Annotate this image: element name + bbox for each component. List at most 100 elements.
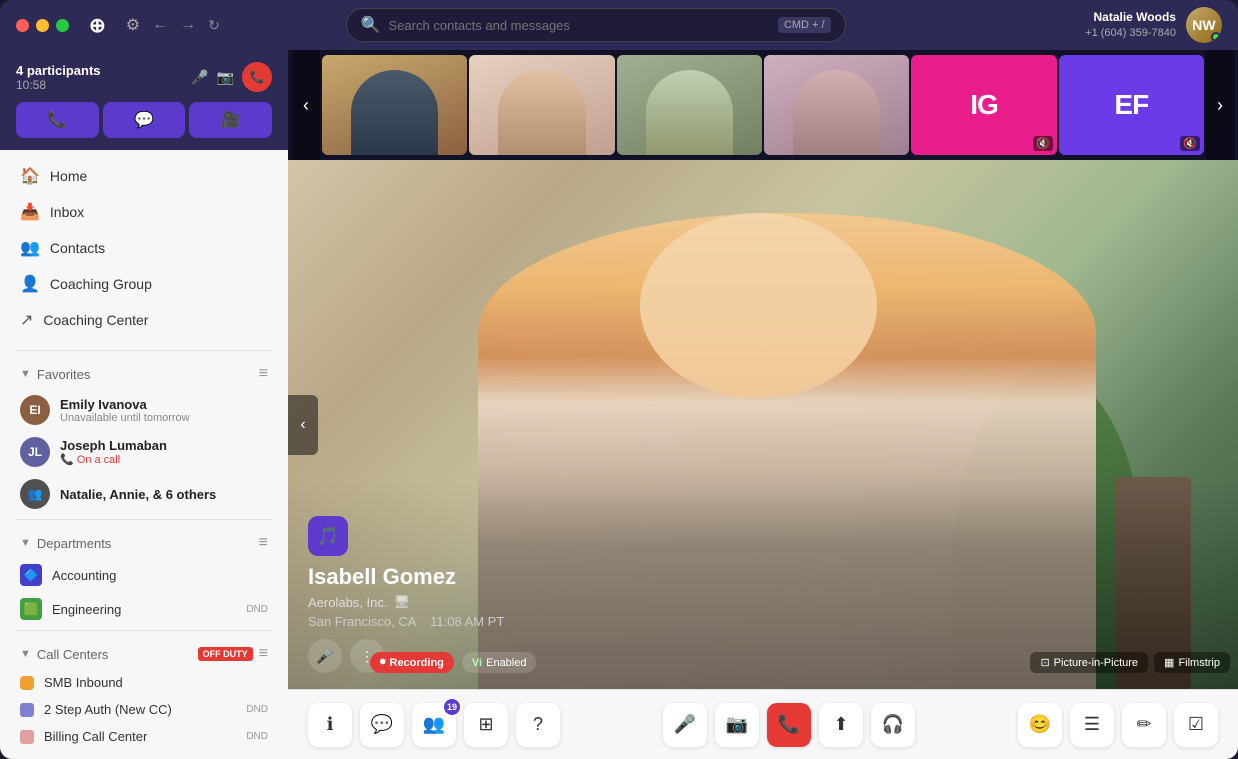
filmstrip-thumb-3[interactable] [617, 55, 762, 155]
coaching-center-icon: ↗ [20, 310, 33, 330]
participants-button[interactable]: 👥 19 [412, 703, 456, 747]
favorite-joseph[interactable]: JL Joseph Lumaban On a call [0, 431, 288, 473]
group-name: Natalie, Annie, & 6 others [60, 487, 268, 502]
contacts-icon: 👥 [20, 238, 40, 258]
maximize-button[interactable] [56, 19, 69, 32]
camera-icon[interactable]: 📷 [217, 69, 234, 86]
call-centers-section-header[interactable]: ▼ Call Centers OFF DUTY ≡ [0, 639, 288, 669]
info-button[interactable]: ℹ [308, 703, 352, 747]
search-bar[interactable]: 🔍 CMD + / [346, 8, 846, 42]
filmstrip-thumb-1[interactable] [322, 55, 467, 155]
favorite-emily[interactable]: EI Emily Ivanova Unavailable until tomor… [0, 389, 288, 431]
billing-dnd: DND [246, 731, 268, 742]
separator-1 [16, 350, 272, 351]
mute-icon[interactable]: 🎤 [191, 69, 208, 86]
filmstrip-prev[interactable]: ‹ [292, 50, 320, 160]
vi-badge: Vi Enabled [462, 652, 537, 673]
favorites-actions[interactable]: ≡ [259, 365, 268, 383]
share-screen-button[interactable]: ⬆ [819, 703, 863, 747]
status-badges: ⏺ Recording Vi Enabled [370, 652, 536, 673]
favorites-section-header[interactable]: ▼ Favorites ≡ [0, 359, 288, 389]
group-avatar: 👥 [20, 479, 50, 509]
billing-name: Billing Call Center [44, 729, 236, 744]
filmstrip: ‹ [288, 50, 1238, 160]
cc-smb-inbound[interactable]: SMB Inbound [0, 669, 288, 696]
call-centers-arrow: ▼ [20, 648, 31, 660]
inbox-icon: 📥 [20, 202, 40, 222]
camera-button[interactable]: 📷 [715, 703, 759, 747]
user-info: Natalie Woods +1 (604) 359-7840 NW [1085, 7, 1222, 43]
departments-actions[interactable]: ≡ [259, 534, 268, 552]
emily-status: Unavailable until tomorrow [60, 412, 268, 424]
bottom-toolbar: ℹ 💬 👥 19 ⊞ ? 🎤 📷 📞 ⬆ 🎧 [288, 689, 1238, 759]
separator-2 [16, 519, 272, 520]
message-call-button[interactable]: 💬 [103, 102, 186, 138]
search-input[interactable] [389, 18, 770, 33]
more-button[interactable]: ☰ [1070, 703, 1114, 747]
filmstrip-thumb-5[interactable]: IG 🔇 [911, 55, 1056, 155]
coaching-group-icon: 👤 [20, 274, 40, 294]
joseph-info: Joseph Lumaban On a call [60, 438, 268, 466]
search-icon: 🔍 [361, 15, 381, 35]
video-call-button[interactable]: 🎥 [189, 102, 272, 138]
filmstrip-thumb-6[interactable]: EF 🔇 [1059, 55, 1204, 155]
microphone-button[interactable]: 🎤 [663, 703, 707, 747]
refresh-icon[interactable]: ↻ [208, 17, 220, 34]
filmstrip-icon: ▦ [1164, 656, 1174, 669]
search-shortcut: CMD + / [778, 17, 831, 33]
call-action-buttons: 📞 💬 🎥 [16, 102, 272, 138]
nav-item-home[interactable]: 🏠 Home [0, 158, 288, 194]
chat-button[interactable]: 💬 [360, 703, 404, 747]
caller-name: Isabell Gomez [308, 564, 504, 590]
settings-icon[interactable]: ⚙ [126, 15, 140, 35]
nav-item-inbox-label: Inbox [50, 204, 84, 220]
caller-mic-button[interactable]: 🎤 [308, 639, 342, 673]
emily-name: Emily Ivanova [60, 397, 268, 412]
back-arrow[interactable]: ← [152, 16, 168, 34]
call-panel: 4 participants 10:58 🎤 📷 📞 📞 💬 🎥 [0, 50, 288, 150]
nav-item-coaching-center[interactable]: ↗ Coaching Center [0, 302, 288, 338]
ef-muted: 🔇 [1180, 136, 1200, 151]
sidebar: 4 participants 10:58 🎤 📷 📞 📞 💬 🎥 [0, 50, 288, 759]
add-video-button[interactable]: ⊞ [464, 703, 508, 747]
ef-label: EF [1114, 89, 1148, 121]
status-dot [1211, 32, 1221, 42]
favorite-group[interactable]: 👥 Natalie, Annie, & 6 others [0, 473, 288, 515]
phone-call-button[interactable]: 📞 [16, 102, 99, 138]
end-call-toolbar-button[interactable]: 📞 [767, 703, 811, 747]
cc-billing[interactable]: Billing Call Center DND [0, 723, 288, 750]
dept-engineering[interactable]: 🟩 Engineering DND [0, 592, 288, 626]
nav-item-coaching-group[interactable]: 👤 Coaching Group [0, 266, 288, 302]
engineering-dnd: DND [246, 604, 268, 615]
departments-section-header[interactable]: ▼ Departments ≡ [0, 528, 288, 558]
nav-item-contacts[interactable]: 👥 Contacts [0, 230, 288, 266]
minimize-button[interactable] [36, 19, 49, 32]
pip-button[interactable]: ⊡ Picture-in-Picture [1030, 652, 1148, 673]
video-area: ‹ [288, 50, 1238, 759]
avatar[interactable]: NW [1186, 7, 1222, 43]
filmstrip-next[interactable]: › [1206, 50, 1234, 160]
window-controls [16, 19, 69, 32]
2step-name: 2 Step Auth (New CC) [44, 702, 236, 717]
nav-item-inbox[interactable]: 📥 Inbox [0, 194, 288, 230]
forward-arrow[interactable]: → [180, 16, 196, 34]
help-button[interactable]: ? [516, 703, 560, 747]
call-centers-actions[interactable]: ≡ [259, 645, 268, 663]
cc-2step-auth[interactable]: 2 Step Auth (New CC) DND [0, 696, 288, 723]
filmstrip-button[interactable]: ▦ Filmstrip [1154, 652, 1230, 673]
call-centers-title: Call Centers [37, 647, 194, 662]
edit-button[interactable]: ✏ [1122, 703, 1166, 747]
headset-button[interactable]: 🎧 [871, 703, 915, 747]
close-button[interactable] [16, 19, 29, 32]
call-info-left: 4 participants 10:58 [16, 63, 101, 92]
billing-dot [20, 730, 34, 744]
checklist-button[interactable]: ☑ [1174, 703, 1218, 747]
main-content: 4 participants 10:58 🎤 📷 📞 📞 💬 🎥 [0, 50, 1238, 759]
emoji-button[interactable]: 😊 [1018, 703, 1062, 747]
filmstrip-thumb-4[interactable] [764, 55, 909, 155]
dept-accounting[interactable]: 🔷 Accounting [0, 558, 288, 592]
end-call-button[interactable]: 📞 [242, 62, 272, 92]
filmstrip-thumb-2[interactable] [469, 55, 614, 155]
video-prev-button[interactable]: ‹ [288, 395, 318, 455]
app-window: ⊕ ⚙ ← → ↻ 🔍 CMD + / Natalie Woods +1 (60… [0, 0, 1238, 759]
